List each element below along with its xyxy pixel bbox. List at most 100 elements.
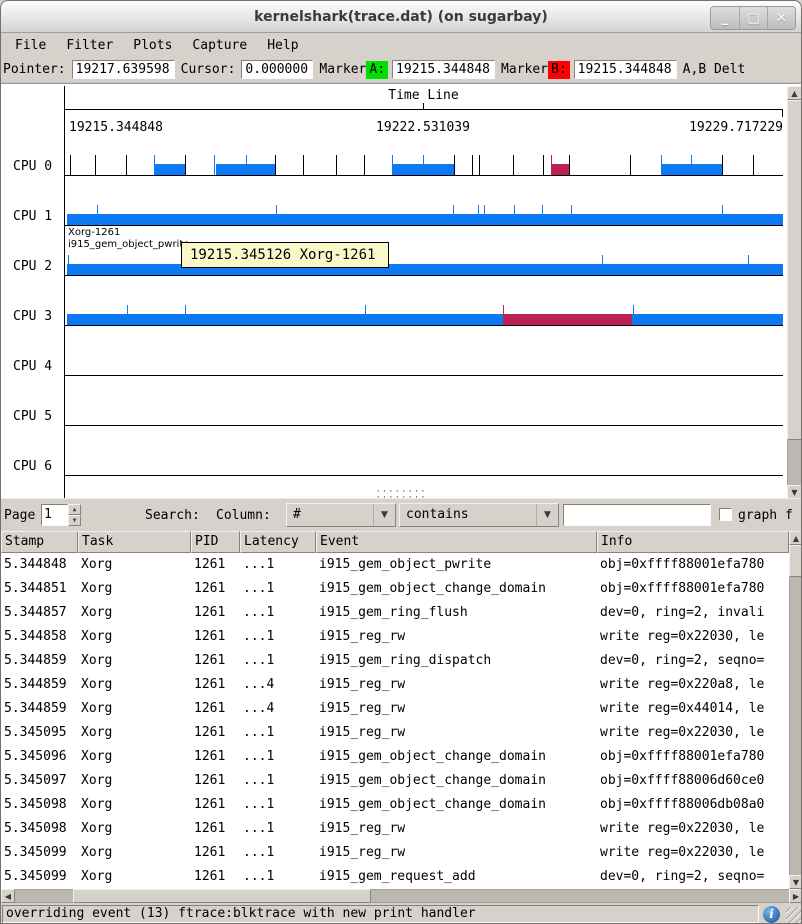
event-tick[interactable] bbox=[514, 205, 515, 225]
page-spinner[interactable]: 1 ▲ ▼ bbox=[41, 504, 81, 526]
table-hscroll-thumb[interactable] bbox=[73, 889, 371, 903]
event-tick[interactable] bbox=[336, 155, 337, 175]
menu-item-help[interactable]: Help bbox=[257, 36, 308, 55]
table-row[interactable]: 5.345096Xorg1261...1i915_gem_object_chan… bbox=[1, 745, 789, 769]
event-tick[interactable] bbox=[602, 255, 603, 275]
table-row[interactable]: 5.344851Xorg1261...1i915_gem_object_chan… bbox=[1, 577, 789, 601]
table-row[interactable]: 5.344848Xorg1261...1i915_gem_object_pwri… bbox=[1, 553, 789, 577]
event-tick[interactable] bbox=[154, 155, 155, 175]
event-tick[interactable] bbox=[214, 155, 215, 175]
event-tick[interactable] bbox=[542, 205, 543, 225]
match-select[interactable]: contains ▼ bbox=[399, 503, 559, 527]
page-spin-up-icon[interactable]: ▲ bbox=[68, 504, 81, 515]
maximize-button[interactable]: □ bbox=[739, 7, 767, 29]
event-tick[interactable] bbox=[303, 155, 304, 175]
event-tick[interactable] bbox=[68, 255, 69, 275]
graph-vscroll-thumb[interactable] bbox=[787, 100, 802, 440]
table-row[interactable]: 5.344858Xorg1261...1i915_reg_rwwrite reg… bbox=[1, 625, 789, 649]
event-tick[interactable] bbox=[691, 155, 692, 175]
graph-vscroll-down-icon[interactable]: ▼ bbox=[787, 485, 802, 498]
page-value[interactable]: 1 bbox=[41, 504, 68, 526]
event-tick[interactable] bbox=[126, 155, 127, 175]
table-row[interactable]: 5.344859Xorg1261...4i915_reg_rwwrite reg… bbox=[1, 697, 789, 721]
table-vscroll-up-icon[interactable]: ▲ bbox=[789, 531, 802, 545]
event-tick[interactable] bbox=[478, 205, 479, 225]
event-tick[interactable] bbox=[185, 305, 186, 325]
event-tick[interactable] bbox=[364, 155, 365, 175]
table-row[interactable]: 5.344857Xorg1261...1i915_gem_ring_flushd… bbox=[1, 601, 789, 625]
task-bar[interactable] bbox=[551, 164, 569, 175]
event-tick[interactable] bbox=[70, 155, 71, 175]
table-row[interactable]: 5.345095Xorg1261...1i915_reg_rwwrite reg… bbox=[1, 721, 789, 745]
close-button[interactable]: ✕ bbox=[767, 7, 795, 29]
table-row[interactable]: 5.345097Xorg1261...1i915_gem_object_chan… bbox=[1, 769, 789, 793]
event-tick[interactable] bbox=[484, 205, 485, 225]
event-tick[interactable] bbox=[423, 155, 424, 175]
event-tick[interactable] bbox=[365, 305, 366, 325]
event-tick[interactable] bbox=[722, 205, 723, 225]
table-hscrollbar[interactable]: ◀ ▶ bbox=[1, 889, 802, 903]
event-tick[interactable] bbox=[551, 155, 552, 175]
menu-item-filter[interactable]: Filter bbox=[56, 36, 123, 55]
chevron-down-icon[interactable]: ▼ bbox=[536, 504, 558, 526]
event-tick[interactable] bbox=[569, 155, 570, 175]
table-vscroll-thumb[interactable] bbox=[789, 545, 802, 577]
task-bar[interactable] bbox=[154, 164, 185, 175]
event-tick[interactable] bbox=[753, 155, 754, 175]
table-row[interactable]: 5.345099Xorg1261...1i915_gem_request_add… bbox=[1, 865, 789, 889]
event-tick[interactable] bbox=[503, 305, 504, 325]
event-tick[interactable] bbox=[543, 155, 544, 175]
column-header-event[interactable]: Event bbox=[316, 531, 597, 553]
timeline-graph[interactable]: Time Line 19215.344848 19222.531039 1922… bbox=[1, 83, 802, 498]
table-row[interactable]: 5.345098Xorg1261...1i915_reg_rwwrite reg… bbox=[1, 817, 789, 841]
table-vscrollbar[interactable]: ▲ ▼ bbox=[789, 531, 802, 889]
event-tick[interactable] bbox=[276, 205, 277, 225]
event-tick[interactable] bbox=[246, 155, 247, 175]
table-vscroll-down-icon[interactable]: ▼ bbox=[789, 875, 802, 889]
graph-follows-checkbox[interactable] bbox=[719, 508, 732, 521]
event-tick[interactable] bbox=[127, 305, 128, 325]
event-tick[interactable] bbox=[479, 155, 480, 175]
table-row[interactable]: 5.344859Xorg1261...1i915_gem_ring_dispat… bbox=[1, 649, 789, 673]
task-bar[interactable] bbox=[67, 264, 783, 275]
column-header-info[interactable]: Info bbox=[597, 531, 789, 553]
table-hscroll-right-icon[interactable]: ▶ bbox=[789, 889, 802, 903]
event-tick[interactable] bbox=[97, 205, 98, 225]
menu-item-file[interactable]: File bbox=[5, 36, 56, 55]
column-header-task[interactable]: Task bbox=[78, 531, 191, 553]
event-tick[interactable] bbox=[722, 155, 723, 175]
column-header-latency[interactable]: Latency bbox=[240, 531, 316, 553]
event-tick[interactable] bbox=[630, 155, 631, 175]
column-header-stamp[interactable]: Stamp bbox=[1, 531, 78, 553]
minimize-button[interactable]: _ bbox=[711, 7, 739, 29]
table-row[interactable]: 5.345099Xorg1261...1i915_reg_rwwrite reg… bbox=[1, 841, 789, 865]
event-tick[interactable] bbox=[661, 155, 662, 175]
titlebar[interactable]: kernelshark(trace.dat) (on sugarbay) _ □… bbox=[1, 1, 801, 33]
event-tick[interactable] bbox=[185, 155, 186, 175]
search-input[interactable] bbox=[563, 504, 711, 526]
menu-item-capture[interactable]: Capture bbox=[182, 36, 257, 55]
event-tick[interactable] bbox=[392, 155, 393, 175]
event-tick[interactable] bbox=[454, 155, 455, 175]
event-tick[interactable] bbox=[748, 255, 749, 275]
resize-grip[interactable] bbox=[786, 907, 802, 924]
event-tick[interactable] bbox=[472, 155, 473, 175]
graph-vscroll-up-icon[interactable]: ▲ bbox=[787, 86, 802, 100]
task-bar[interactable] bbox=[67, 314, 783, 325]
page-spin-down-icon[interactable]: ▼ bbox=[68, 515, 81, 526]
column-header-pid[interactable]: PID bbox=[191, 531, 240, 553]
column-select[interactable]: # ▼ bbox=[286, 503, 396, 527]
info-icon[interactable]: i bbox=[763, 906, 780, 923]
chevron-down-icon[interactable]: ▼ bbox=[373, 504, 395, 526]
table-vscroll-trough[interactable] bbox=[789, 531, 802, 889]
event-tick[interactable] bbox=[633, 305, 634, 325]
event-tick[interactable] bbox=[275, 155, 276, 175]
table-hscroll-left-icon[interactable]: ◀ bbox=[1, 889, 15, 903]
event-tick[interactable] bbox=[513, 155, 514, 175]
table-row[interactable]: 5.345098Xorg1261...1i915_gem_object_chan… bbox=[1, 793, 789, 817]
event-tick[interactable] bbox=[453, 205, 454, 225]
task-bar[interactable] bbox=[67, 214, 783, 225]
menu-item-plots[interactable]: Plots bbox=[123, 36, 182, 55]
event-tick[interactable] bbox=[95, 155, 96, 175]
event-tick[interactable] bbox=[571, 205, 572, 225]
